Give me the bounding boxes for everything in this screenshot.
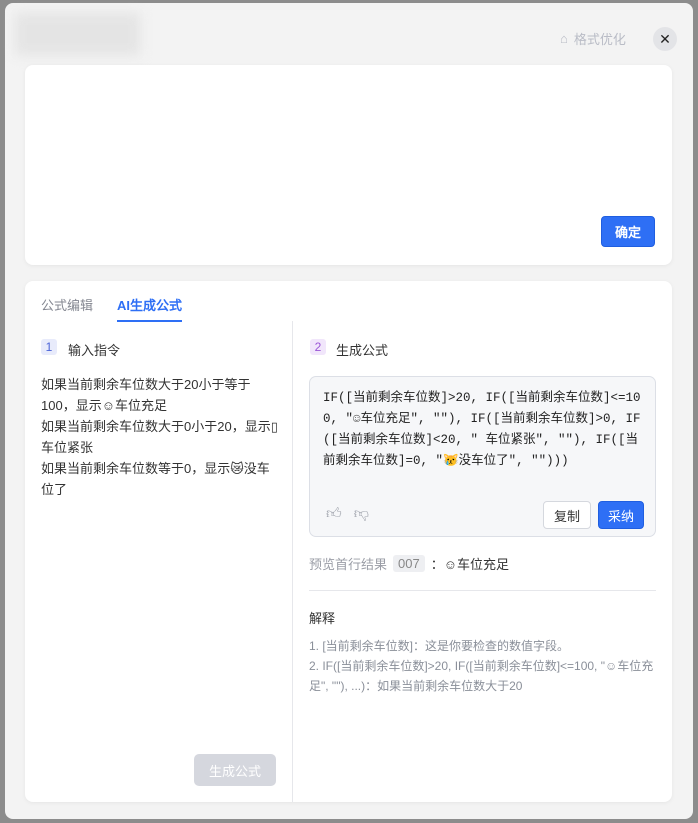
copy-button[interactable]: 复制 [543, 501, 591, 529]
format-optimize-button[interactable]: ⌂ 格式优化 [560, 29, 626, 48]
generated-formula-box: IF([当前剩余车位数]>20, IF([当前剩余车位数]<=100, ″☺车位… [309, 376, 656, 537]
explanation-item: 1. [当前剩余车位数]：这是你要检查的数值字段。 [309, 639, 570, 653]
step-badge: 2 [310, 339, 326, 355]
step-badge: 1 [41, 339, 57, 355]
close-icon: ✕ [659, 30, 671, 47]
dialog-title-blurred [15, 13, 140, 55]
formula-text: IF([当前剩余车位数]>20, IF([当前剩余车位数]<=100, ″☺车位… [323, 391, 641, 468]
result-title: 生成公式 [336, 343, 389, 358]
formula-editor[interactable]: 确定 [25, 65, 672, 265]
tab-formula-edit[interactable]: 公式编辑 [41, 295, 93, 314]
formula-panel: 公式编辑 AI生成公式 1 输入指令 如果当前剩余车位数大于20小于等于100，… [25, 281, 672, 802]
tab-ai-generate[interactable]: AI生成公式 [117, 295, 183, 322]
explain-title: 解释 [309, 611, 336, 626]
input-title: 输入指令 [68, 343, 121, 358]
generate-formula-button[interactable]: 生成公式 [194, 754, 276, 786]
column-divider [292, 321, 293, 802]
thumbs-down-icon[interactable]: 👎︎ [354, 505, 369, 523]
instruction-input[interactable]: 如果当前剩余车位数大于20小于等于100，显示☺车位充足 如果当前剩余车位数大于… [41, 374, 281, 500]
adopt-button[interactable]: 采纳 [598, 501, 644, 529]
preview-row: 预览首行结果 007 ：☺车位充足 [309, 555, 509, 572]
preview-row-badge: 007 [393, 555, 425, 572]
explanation-item: 2. IF([当前剩余车位数]>20, IF([当前剩余车位数]<=100, "… [309, 659, 654, 693]
format-icon: ⌂ [560, 31, 568, 46]
preview-result: ：☺车位充足 [430, 557, 509, 572]
close-button[interactable]: ✕ [653, 27, 677, 51]
divider [309, 590, 656, 591]
formula-dialog: ⌂ 格式优化 ✕ 确定 公式编辑 AI生成公式 1 输入指令 如果当前剩余车位数… [5, 3, 693, 819]
confirm-button[interactable]: 确定 [601, 216, 655, 247]
thumbs-up-icon[interactable]: 👍︎ [326, 505, 342, 523]
explanation-list: 1. [当前剩余车位数]：这是你要检查的数值字段。 2. IF([当前剩余车位数… [309, 636, 654, 696]
